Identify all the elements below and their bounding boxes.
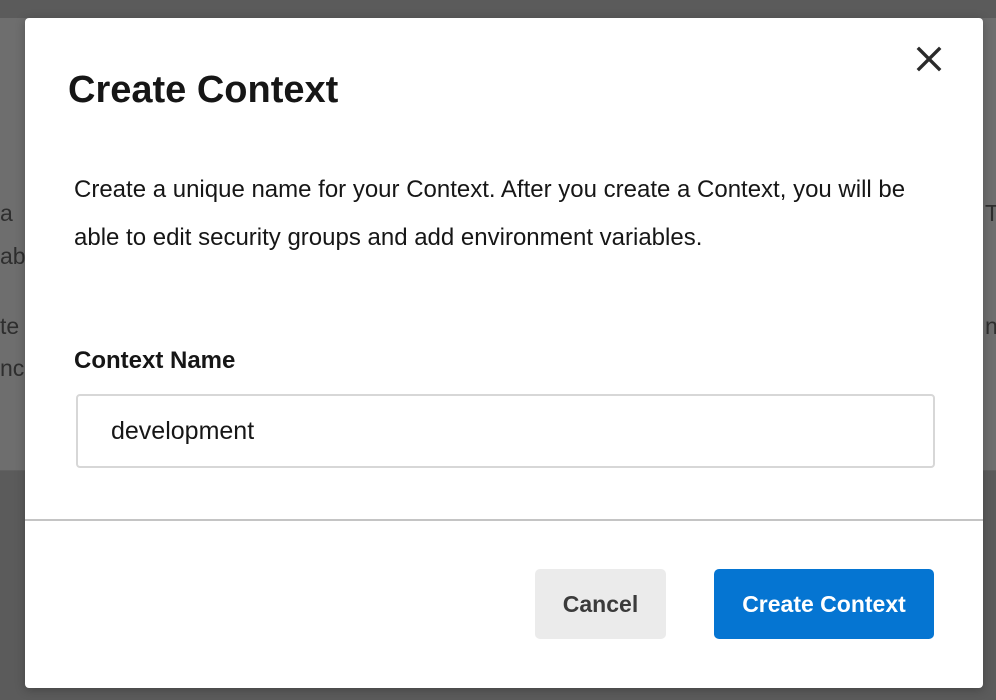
background-text: nc <box>0 355 25 381</box>
background-text: a <box>0 200 13 226</box>
dialog-description: Create a unique name for your Context. A… <box>74 176 906 251</box>
context-name-input[interactable] <box>76 394 935 468</box>
create-context-button[interactable]: Create Context <box>714 569 934 639</box>
close-icon <box>916 46 942 72</box>
background-text: ne <box>985 313 996 339</box>
context-name-label: Context Name <box>74 347 236 374</box>
footer-divider <box>25 519 983 521</box>
cancel-button[interactable]: Cancel <box>535 569 666 639</box>
background-text: ab <box>0 243 26 269</box>
background-text: te <box>0 313 20 339</box>
create-context-dialog: Create Context Create a unique name for … <box>25 18 983 688</box>
dialog-title: Create Context <box>68 69 339 111</box>
background-text: Th <box>985 200 996 226</box>
close-button[interactable] <box>909 40 949 80</box>
